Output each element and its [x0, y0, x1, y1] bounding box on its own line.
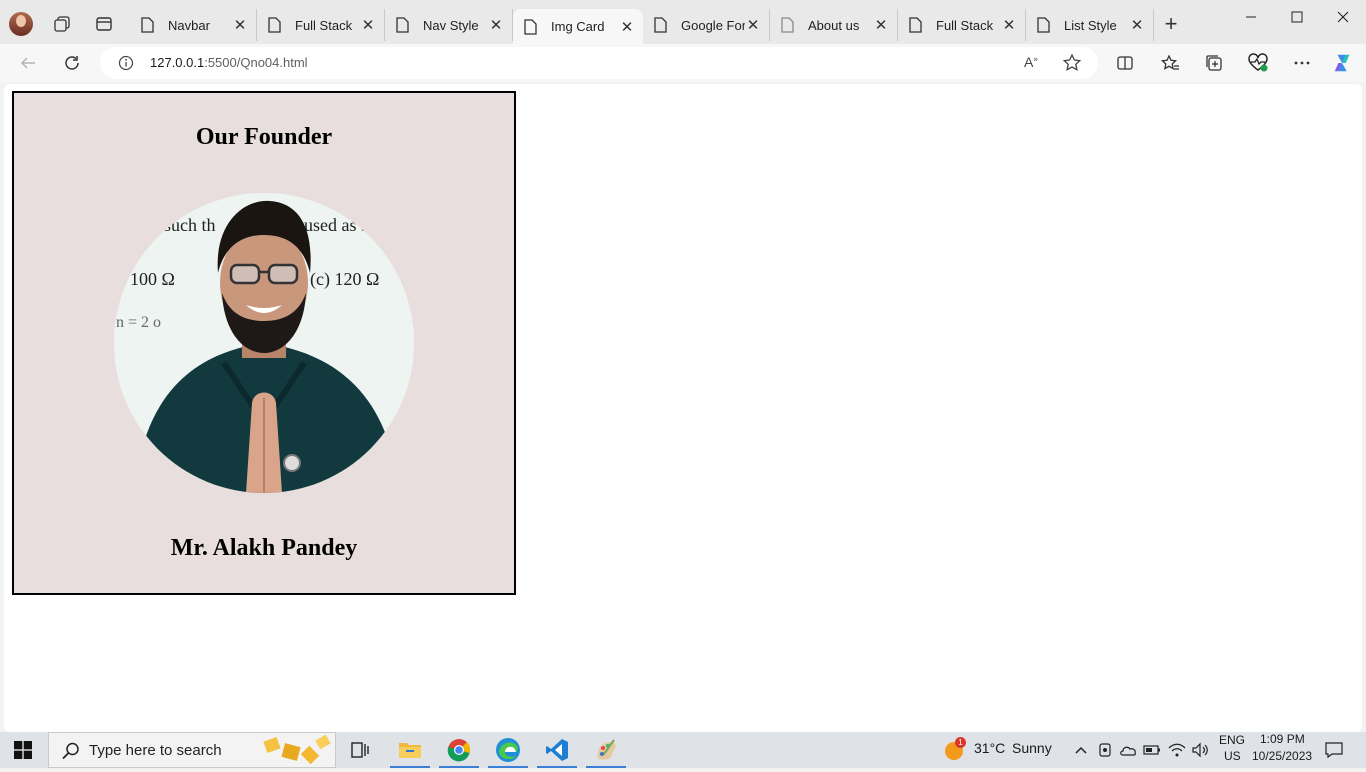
tab-label: About us	[808, 17, 860, 33]
edge-icon[interactable]	[488, 736, 528, 768]
board-text: used as a	[304, 215, 369, 235]
tab-img-card[interactable]: Img Card ✕	[513, 9, 643, 44]
tab-label: Full Stack	[295, 17, 353, 33]
close-icon[interactable]: ✕	[360, 17, 376, 34]
page-viewport: Our Founder such th used as a 100 Ω (c) …	[4, 84, 1362, 732]
chevron-up-icon[interactable]	[1072, 742, 1090, 758]
url-text[interactable]: 127.0.0.1:5500/Qno04.html	[150, 55, 308, 70]
paint-icon[interactable]	[586, 736, 626, 768]
meet-now-icon[interactable]	[1096, 742, 1114, 758]
file-explorer-icon[interactable]	[390, 736, 430, 768]
founder-photo: such th used as a 100 Ω (c) 120 Ω n = 2 …	[114, 193, 414, 493]
page-icon	[523, 18, 539, 35]
close-icon[interactable]: ✕	[488, 17, 504, 34]
card-heading: Our Founder	[195, 124, 333, 150]
wifi-icon[interactable]	[1168, 742, 1186, 758]
minimize-button[interactable]	[1228, 6, 1274, 28]
tab-actions-icon[interactable]	[94, 14, 114, 34]
refresh-button[interactable]	[61, 52, 83, 74]
board-text: 100 Ω	[130, 269, 175, 289]
tab-full-stack-2[interactable]: Full Stack ✕	[898, 9, 1026, 41]
notifications-icon[interactable]	[1324, 742, 1344, 758]
tab-label: Img Card	[551, 19, 605, 34]
weather-alert-badge: 1	[955, 737, 966, 748]
maximize-button[interactable]	[1274, 6, 1320, 28]
clock-date: 10/25/2023	[1252, 749, 1313, 763]
tab-label: Google Fon	[681, 17, 745, 33]
search-icon	[61, 741, 81, 761]
onedrive-icon[interactable]	[1119, 742, 1137, 758]
split-screen-icon[interactable]	[1114, 52, 1136, 74]
language-code: ENG	[1219, 733, 1246, 747]
tab-navbar[interactable]: Navbar ✕	[130, 9, 257, 41]
tab-strip: Navbar ✕ Full Stack ✕ Nav Style ✕ Img Ca…	[0, 0, 1366, 44]
copilot-icon[interactable]	[1332, 52, 1354, 74]
weather-temperature: 31°C	[974, 740, 1006, 756]
tab-list-style[interactable]: List Style ✕	[1026, 9, 1154, 41]
close-icon[interactable]: ✕	[1129, 17, 1145, 34]
tab-google-fonts[interactable]: Google Fon ✕	[643, 9, 770, 41]
search-placeholder: Type here to search	[89, 742, 222, 759]
tab-about-us[interactable]: About us ✕	[770, 9, 898, 41]
founder-name: Mr. Alakh Pandey	[170, 535, 358, 561]
search-highlight-icon	[263, 734, 333, 767]
url-host: 127.0.0.1	[150, 55, 205, 70]
close-icon[interactable]: ✕	[232, 17, 248, 34]
close-icon[interactable]: ✕	[1001, 17, 1017, 34]
page-icon	[140, 17, 156, 33]
keyboard-region: US	[1224, 749, 1241, 763]
info-icon[interactable]	[118, 55, 134, 71]
tab-label: Navbar	[168, 17, 210, 33]
board-text: n = 2 o	[116, 314, 161, 331]
collections-icon[interactable]	[1203, 52, 1225, 74]
more-options-icon[interactable]	[1291, 52, 1313, 74]
battery-icon[interactable]	[1143, 742, 1161, 758]
close-icon[interactable]: ✕	[619, 19, 635, 36]
clock-time: 1:09 PM	[1260, 732, 1305, 746]
tab-label: Nav Style	[423, 17, 479, 33]
tab-nav-style[interactable]: Nav Style ✕	[385, 9, 513, 41]
page-icon	[653, 17, 669, 33]
board-text: such th	[164, 215, 216, 235]
address-bar[interactable]: 127.0.0.1:5500/Qno04.html A»	[100, 47, 1098, 79]
workspaces-icon[interactable]	[52, 14, 72, 34]
tab-label: List Style	[1064, 17, 1117, 33]
page-icon	[908, 17, 924, 33]
close-icon[interactable]: ✕	[745, 17, 761, 34]
url-path: :5500/Qno04.html	[204, 55, 308, 70]
profile-avatar[interactable]	[9, 12, 33, 36]
close-window-button[interactable]	[1320, 6, 1366, 28]
page-icon	[267, 17, 283, 33]
vscode-icon[interactable]	[537, 736, 577, 768]
board-text: (c) 120 Ω	[310, 269, 379, 290]
tab-label: Full Stack	[936, 17, 994, 33]
read-aloud-icon[interactable]: A»	[1024, 54, 1038, 70]
browser-essentials-icon[interactable]	[1247, 52, 1269, 74]
new-tab-button[interactable]: +	[1160, 13, 1182, 36]
volume-icon[interactable]	[1191, 742, 1209, 758]
windows-start-icon[interactable]	[14, 741, 32, 759]
founder-card: Our Founder such th used as a 100 Ω (c) …	[12, 91, 516, 595]
navigation-bar: 127.0.0.1:5500/Qno04.html A»	[0, 44, 1366, 82]
task-view-icon[interactable]	[346, 736, 374, 764]
favorites-icon[interactable]	[1159, 52, 1181, 74]
taskbar: Type here to search 1 31°C Sunny ENG US …	[0, 732, 1366, 768]
back-button[interactable]	[17, 52, 39, 74]
page-icon	[780, 17, 796, 33]
page-icon	[1036, 17, 1052, 33]
close-icon[interactable]: ✕	[873, 17, 889, 34]
weather-condition: Sunny	[1012, 740, 1052, 756]
page-icon	[395, 17, 411, 33]
chrome-icon[interactable]	[439, 736, 479, 768]
taskbar-search[interactable]: Type here to search	[48, 732, 336, 768]
favorite-star-icon[interactable]	[1062, 53, 1082, 73]
tab-full-stack[interactable]: Full Stack ✕	[257, 9, 385, 41]
tab-list: Navbar ✕ Full Stack ✕ Nav Style ✕ Img Ca…	[130, 9, 1154, 44]
